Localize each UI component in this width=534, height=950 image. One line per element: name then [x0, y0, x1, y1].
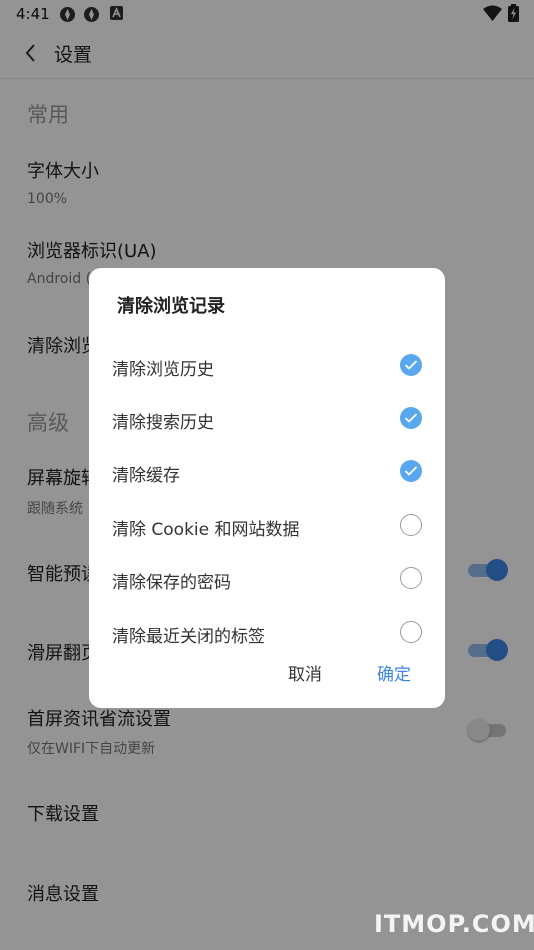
- unchecked-circle-icon[interactable]: [400, 621, 422, 643]
- option-label: 清除 Cookie 和网站数据: [112, 520, 300, 540]
- unchecked-circle-icon[interactable]: [400, 567, 422, 589]
- watermark: ITMOP.COM: [374, 910, 534, 938]
- option-row[interactable]: 清除缓存: [89, 449, 445, 495]
- option-label: 清除搜索历史: [112, 413, 214, 433]
- option-label: 清除保存的密码: [112, 573, 231, 593]
- option-label: 清除浏览历史: [112, 360, 214, 380]
- checked-icon[interactable]: [400, 460, 422, 482]
- dialog-title: 清除浏览记录: [117, 296, 225, 317]
- option-row[interactable]: 清除保存的密码: [89, 556, 445, 602]
- confirm-button[interactable]: 确定: [377, 660, 411, 685]
- cancel-button[interactable]: 取消: [288, 660, 322, 685]
- option-row[interactable]: 清除浏览历史: [89, 343, 445, 389]
- option-label: 清除最近关闭的标签: [112, 627, 265, 647]
- checked-icon[interactable]: [400, 354, 422, 376]
- option-row[interactable]: 清除最近关闭的标签: [89, 610, 445, 656]
- checked-icon[interactable]: [400, 407, 422, 429]
- clear-browsing-data-dialog: 清除浏览记录 清除浏览历史 清除搜索历史 清除缓存 清除 Cookie 和网站数…: [89, 268, 445, 708]
- option-label: 清除缓存: [112, 466, 180, 486]
- unchecked-circle-icon[interactable]: [400, 514, 422, 536]
- option-row[interactable]: 清除搜索历史: [89, 396, 445, 442]
- option-row[interactable]: 清除 Cookie 和网站数据: [89, 503, 445, 549]
